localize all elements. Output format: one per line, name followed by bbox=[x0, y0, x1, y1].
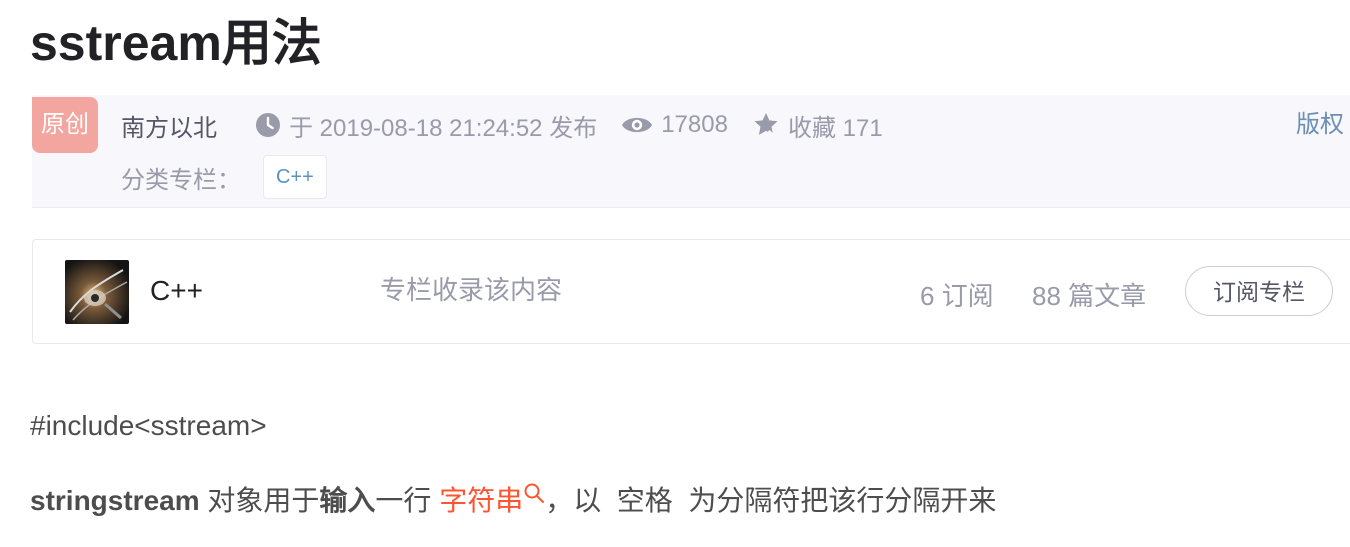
subscribe-column-button[interactable]: 订阅专栏 bbox=[1185, 266, 1333, 316]
text-segment-a: 对象用于 bbox=[199, 485, 320, 516]
favorites-button[interactable]: 收藏 171 bbox=[752, 108, 883, 143]
content-line-include: #include<sstream> bbox=[30, 410, 267, 441]
original-badge: 原创 bbox=[32, 97, 98, 153]
bold-term-stringstream: stringstream bbox=[30, 485, 200, 516]
text-segment-c: ，以 空格 为分隔符把该行分隔开来 bbox=[545, 485, 997, 516]
eye-icon bbox=[622, 117, 653, 133]
article-meta-row: 南方以北 于 2019-08-18 21:24:52 发布 17808 收藏 1… bbox=[121, 107, 907, 143]
author-link[interactable]: 南方以北 bbox=[121, 108, 217, 143]
column-thumbnail[interactable] bbox=[65, 260, 129, 324]
copyright-link[interactable]: 版权 bbox=[1296, 107, 1344, 143]
text-segment-b: 一行 bbox=[375, 485, 440, 516]
star-icon bbox=[754, 113, 778, 139]
bold-term-input: 输入 bbox=[319, 485, 376, 516]
view-count-text: 17808 bbox=[661, 111, 728, 138]
keyword-text: 字符串 bbox=[439, 485, 524, 516]
publish-time: 于 2019-08-18 21:24:52 发布 bbox=[255, 108, 597, 143]
view-count: 17808 bbox=[621, 111, 728, 139]
column-description: 专栏收录该内容 bbox=[380, 275, 563, 305]
publish-time-text: 于 2019-08-18 21:24:52 发布 bbox=[289, 114, 598, 142]
category-label: 分类专栏： bbox=[121, 166, 241, 194]
column-subscriber-count: 6 订阅 bbox=[920, 281, 994, 311]
article-meta-box: 原创 南方以北 于 2019-08-18 21:24:52 发布 17808 收… bbox=[32, 95, 1350, 208]
column-card: C++ 专栏收录该内容 6 订阅 88 篇文章 订阅专栏 bbox=[32, 239, 1350, 344]
keyword-search-link[interactable]: 字符串 bbox=[439, 483, 545, 516]
column-article-count: 88 篇文章 bbox=[1032, 281, 1147, 311]
category-row: 分类专栏： C++ bbox=[121, 155, 327, 199]
column-name[interactable]: C++ bbox=[150, 273, 203, 309]
search-icon bbox=[524, 483, 545, 503]
clock-icon bbox=[256, 113, 280, 137]
favorites-text: 收藏 171 bbox=[787, 114, 883, 142]
article-title: sstream用法 bbox=[30, 15, 322, 71]
content-line-stringstream: stringstream 对象用于输入一行 字符串 ，以 空格 为分隔符把该行分隔… bbox=[30, 481, 996, 521]
column-thumbnail-image bbox=[65, 260, 129, 324]
category-tag-cpp[interactable]: C++ bbox=[263, 155, 327, 199]
